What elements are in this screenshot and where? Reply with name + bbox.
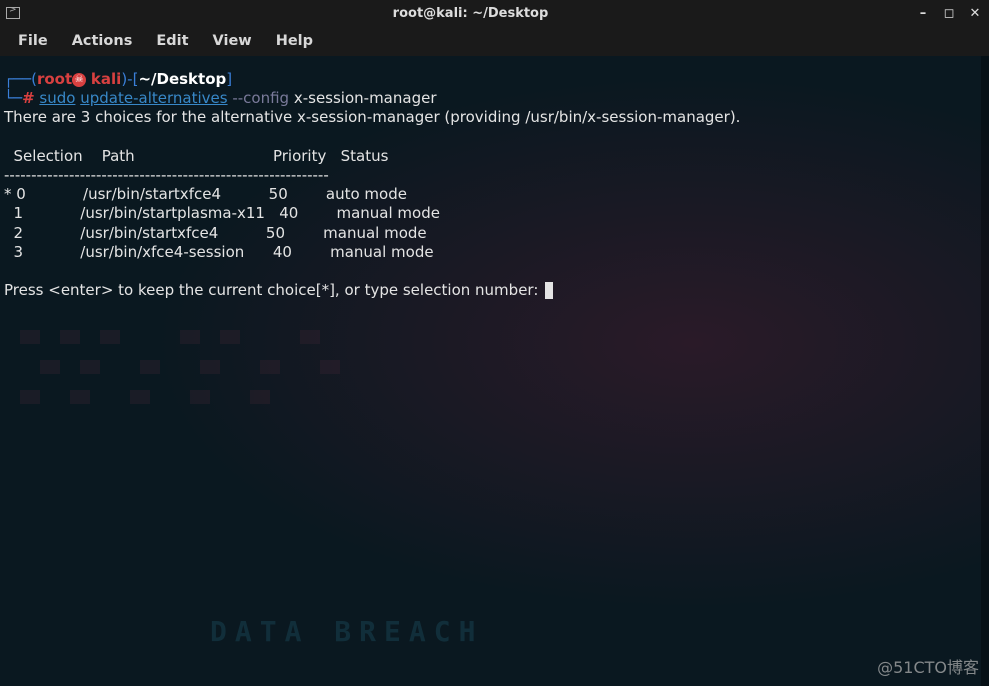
table-row: 2 /usr/bin/startxfce4 50 manual mode [4,224,985,243]
blank-line [4,262,985,281]
watermark: @51CTO博客 [877,654,979,678]
cursor [545,282,553,299]
output-intro: There are 3 choices for the alternative … [4,108,985,127]
menu-edit[interactable]: Edit [146,29,198,53]
input-prompt: Press <enter> to keep the current choice… [4,281,985,300]
maximize-button[interactable]: ◻ [941,5,957,21]
scrollbar-track[interactable] [981,56,989,686]
close-button[interactable]: ✕ [967,5,983,21]
table-row: 1 /usr/bin/startplasma-x11 40 manual mod… [4,204,985,223]
background-pixels [0,320,989,440]
window-titlebar: root@kali: ~/Desktop – ◻ ✕ [0,0,989,26]
prompt-line-1: ┌──(root☠ kali)-[~/Desktop] [4,70,985,89]
menu-help[interactable]: Help [266,29,323,53]
skull-icon: ☠ [72,73,86,87]
menu-view[interactable]: View [203,29,262,53]
window-title: root@kali: ~/Desktop [26,6,915,21]
window-controls: – ◻ ✕ [915,5,983,21]
minimize-button[interactable]: – [915,5,931,21]
terminal-area[interactable]: ┌──(root☠ kali)-[~/Desktop] └─# sudo upd… [0,56,989,304]
prompt-line-2: └─# sudo update-alternatives --config x-… [4,89,985,108]
background-text: DATA BREACH [210,615,483,648]
menu-actions[interactable]: Actions [62,29,143,53]
table-header: Selection Path Priority Status [4,147,985,166]
terminal-icon [6,7,20,19]
table-row: * 0 /usr/bin/startxfce4 50 auto mode [4,185,985,204]
table-separator: ----------------------------------------… [4,166,985,185]
menubar: File Actions Edit View Help [0,26,989,56]
menu-file[interactable]: File [8,29,58,53]
table-row: 3 /usr/bin/xfce4-session 40 manual mode [4,243,985,262]
blank-line [4,128,985,147]
